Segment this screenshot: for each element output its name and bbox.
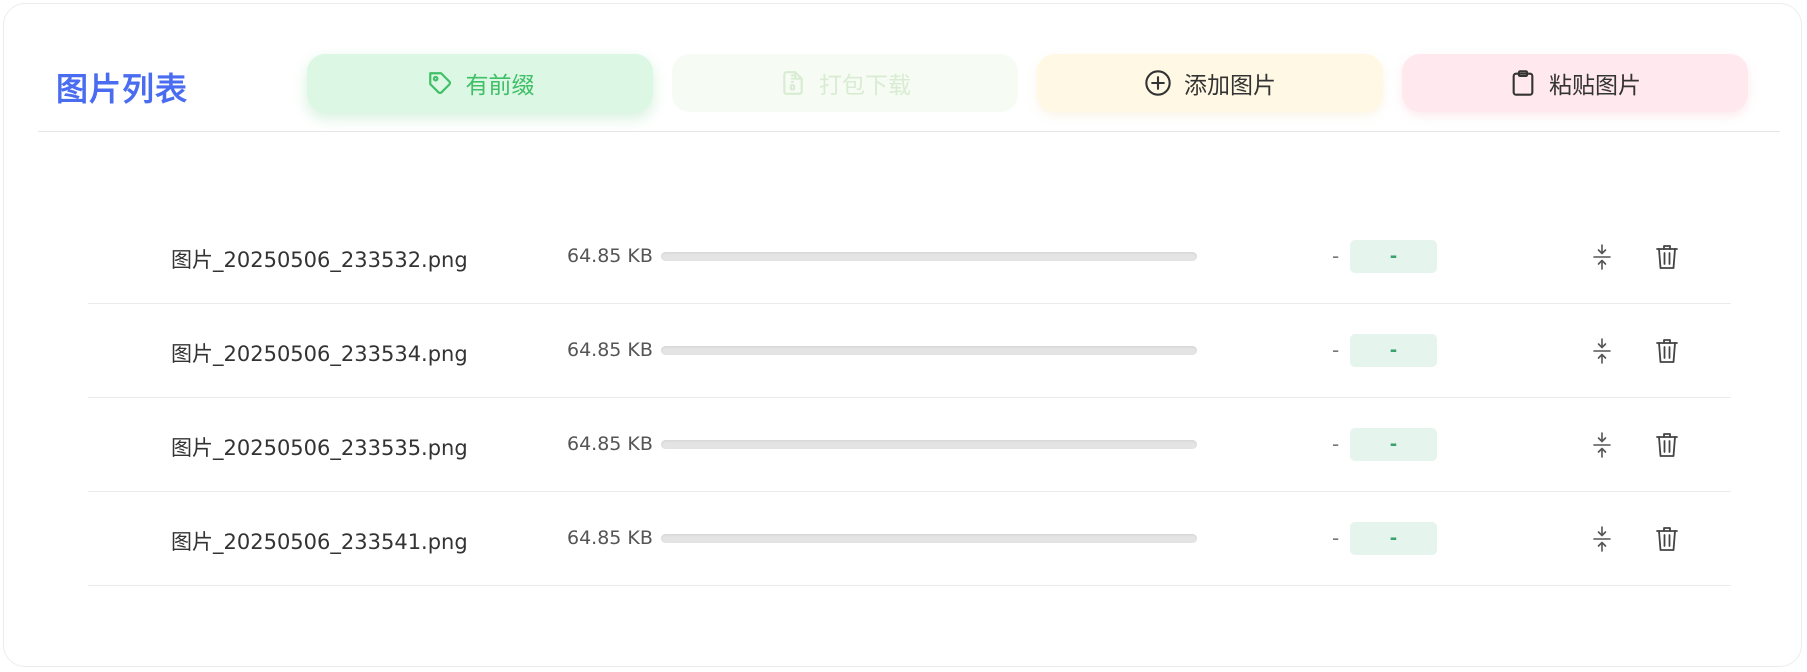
trash-icon[interactable]	[1652, 524, 1682, 554]
file-row: 图片_20250506_233535.png 64.85 KB - -	[88, 398, 1731, 492]
plus-circle-icon	[1144, 69, 1172, 97]
compression-ratio-badge: -	[1350, 334, 1437, 367]
compression-ratio-badge: -	[1350, 522, 1437, 555]
download-zip-button[interactable]: 打包下载	[672, 54, 1018, 112]
file-list: 图片_20250506_233532.png 64.85 KB - - 图片_2…	[88, 210, 1731, 586]
trash-icon[interactable]	[1652, 430, 1682, 460]
file-row: 图片_20250506_233532.png 64.85 KB - -	[88, 210, 1731, 304]
file-size: 64.85 KB	[567, 527, 653, 549]
image-list-card: 图片列表 有前缀 打包下载 添加图片 粘贴图片 图片_20250506_2335…	[3, 3, 1802, 667]
file-row: 图片_20250506_233541.png 64.85 KB - -	[88, 492, 1731, 586]
progress-bar	[661, 440, 1197, 449]
trash-icon[interactable]	[1652, 242, 1682, 272]
paste-image-button[interactable]: 粘贴图片	[1402, 54, 1748, 112]
progress-bar	[661, 534, 1197, 543]
tag-icon	[426, 69, 454, 97]
header-divider	[38, 131, 1780, 132]
compressed-size: -	[1332, 244, 1340, 268]
file-name: 图片_20250506_233534.png	[171, 342, 468, 366]
progress-bar	[661, 252, 1197, 261]
compress-icon[interactable]	[1587, 336, 1617, 366]
compression-ratio-badge: -	[1350, 240, 1437, 273]
compress-icon[interactable]	[1587, 242, 1617, 272]
progress-bar	[661, 346, 1197, 355]
compressed-size: -	[1332, 338, 1340, 362]
paste-image-label: 粘贴图片	[1549, 73, 1641, 99]
file-name: 图片_20250506_233532.png	[171, 248, 468, 272]
add-image-label: 添加图片	[1184, 73, 1276, 99]
add-image-button[interactable]: 添加图片	[1037, 54, 1383, 112]
file-size: 64.85 KB	[567, 339, 653, 361]
compressed-size: -	[1332, 432, 1340, 456]
file-name: 图片_20250506_233541.png	[171, 530, 468, 554]
file-size: 64.85 KB	[567, 433, 653, 455]
compress-icon[interactable]	[1587, 430, 1617, 460]
download-zip-label: 打包下载	[819, 73, 911, 99]
prefix-toggle-button[interactable]: 有前缀	[307, 54, 653, 112]
page-title: 图片列表	[56, 70, 189, 108]
compressed-size: -	[1332, 526, 1340, 550]
file-name: 图片_20250506_233535.png	[171, 436, 468, 460]
zip-file-icon	[779, 69, 807, 97]
trash-icon[interactable]	[1652, 336, 1682, 366]
file-size: 64.85 KB	[567, 245, 653, 267]
prefix-toggle-label: 有前缀	[465, 73, 535, 99]
clipboard-icon	[1509, 69, 1537, 97]
file-row: 图片_20250506_233534.png 64.85 KB - -	[88, 304, 1731, 398]
compression-ratio-badge: -	[1350, 428, 1437, 461]
compress-icon[interactable]	[1587, 524, 1617, 554]
